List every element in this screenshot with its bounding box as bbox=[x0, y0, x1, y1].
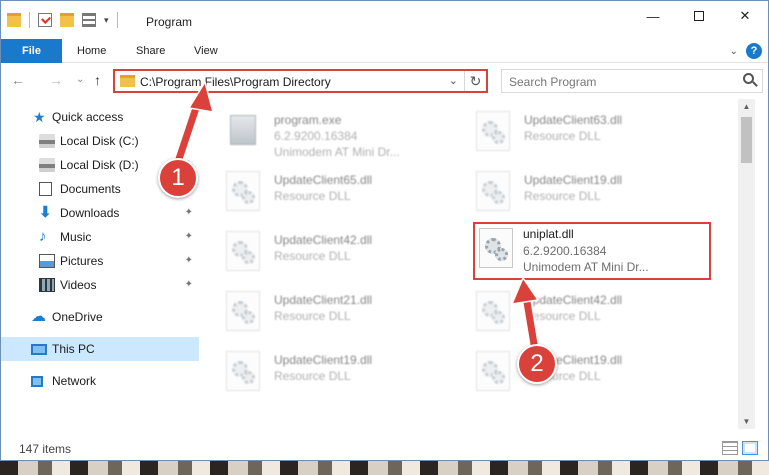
step-2-badge: 2 bbox=[517, 344, 557, 384]
annotation-arrows bbox=[170, 80, 541, 351]
step-1-arrow bbox=[170, 80, 215, 170]
step-1-badge: 1 bbox=[158, 158, 198, 198]
step-2-arrow bbox=[510, 276, 541, 351]
